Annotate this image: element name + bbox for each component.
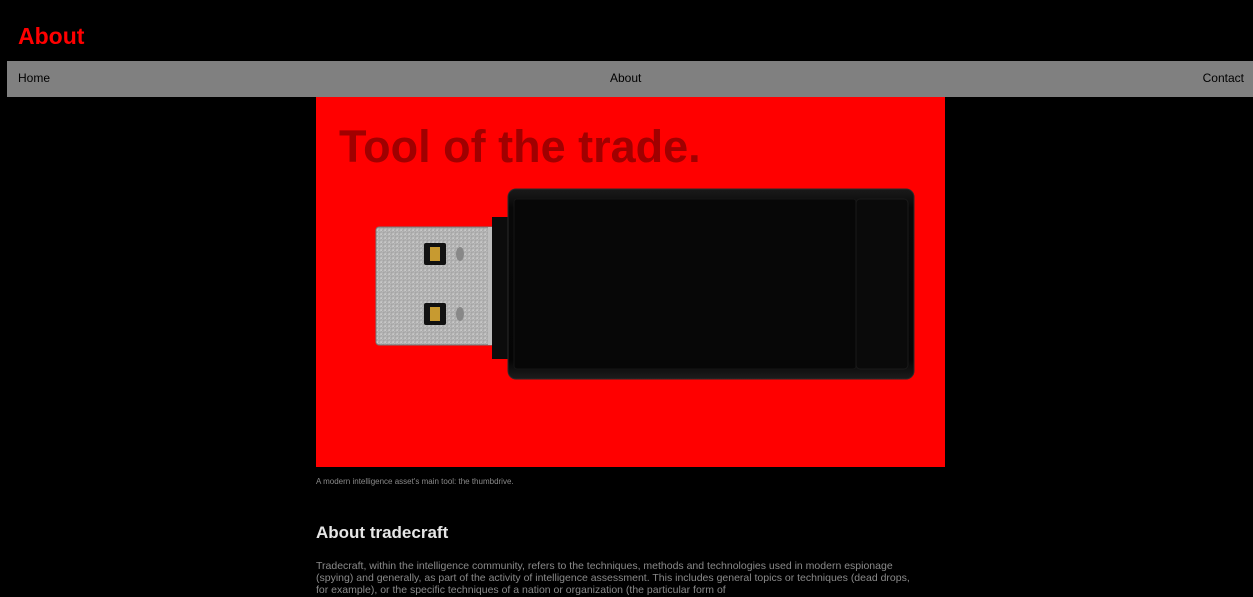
usb-thumbdrive-image — [375, 188, 915, 380]
hero-banner: Tool of the trade. — [316, 97, 945, 467]
nav-link-about[interactable]: About — [610, 71, 641, 85]
hero-heading: Tool of the trade. — [339, 121, 701, 172]
section-heading: About tradecraft — [316, 523, 449, 542]
section-body-text: Tradecraft, within the intelligence comm… — [316, 560, 910, 596]
site-header: About — [7, 12, 1253, 61]
site-title: About — [18, 23, 85, 49]
nav-link-home[interactable]: Home — [18, 71, 50, 85]
page: About Home About Contact Tool of the tra… — [0, 0, 1253, 597]
main-nav: Home About Contact — [7, 61, 1253, 97]
hero-caption: A modern intelligence asset's main tool:… — [316, 477, 514, 486]
nav-link-contact[interactable]: Contact — [1203, 71, 1244, 85]
